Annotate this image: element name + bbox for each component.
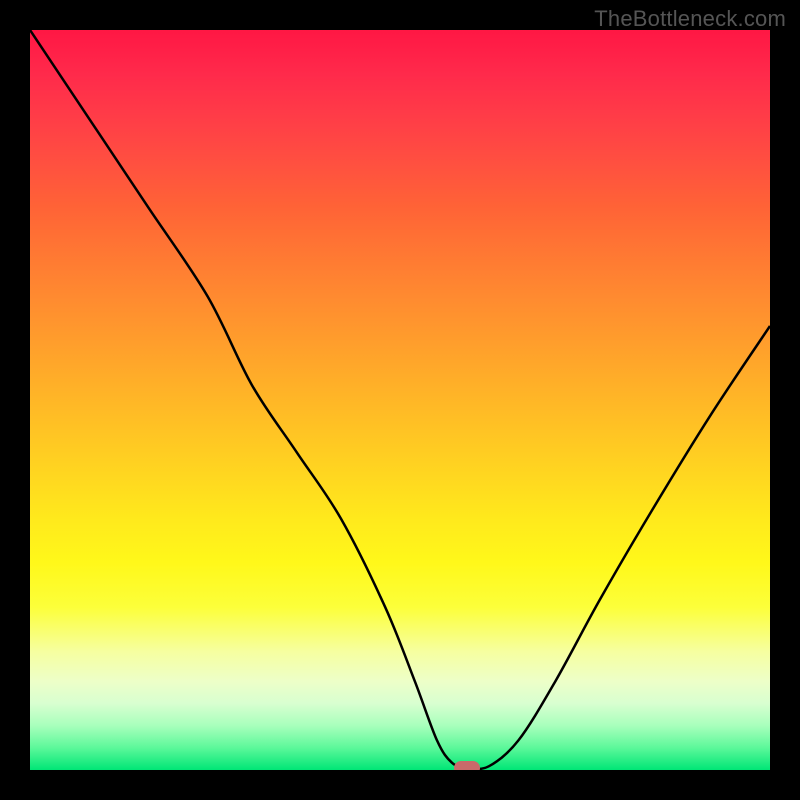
chart-area — [30, 30, 770, 770]
optimal-point-marker — [454, 761, 480, 770]
bottleneck-curve — [30, 30, 770, 770]
watermark-text: TheBottleneck.com — [594, 6, 786, 32]
